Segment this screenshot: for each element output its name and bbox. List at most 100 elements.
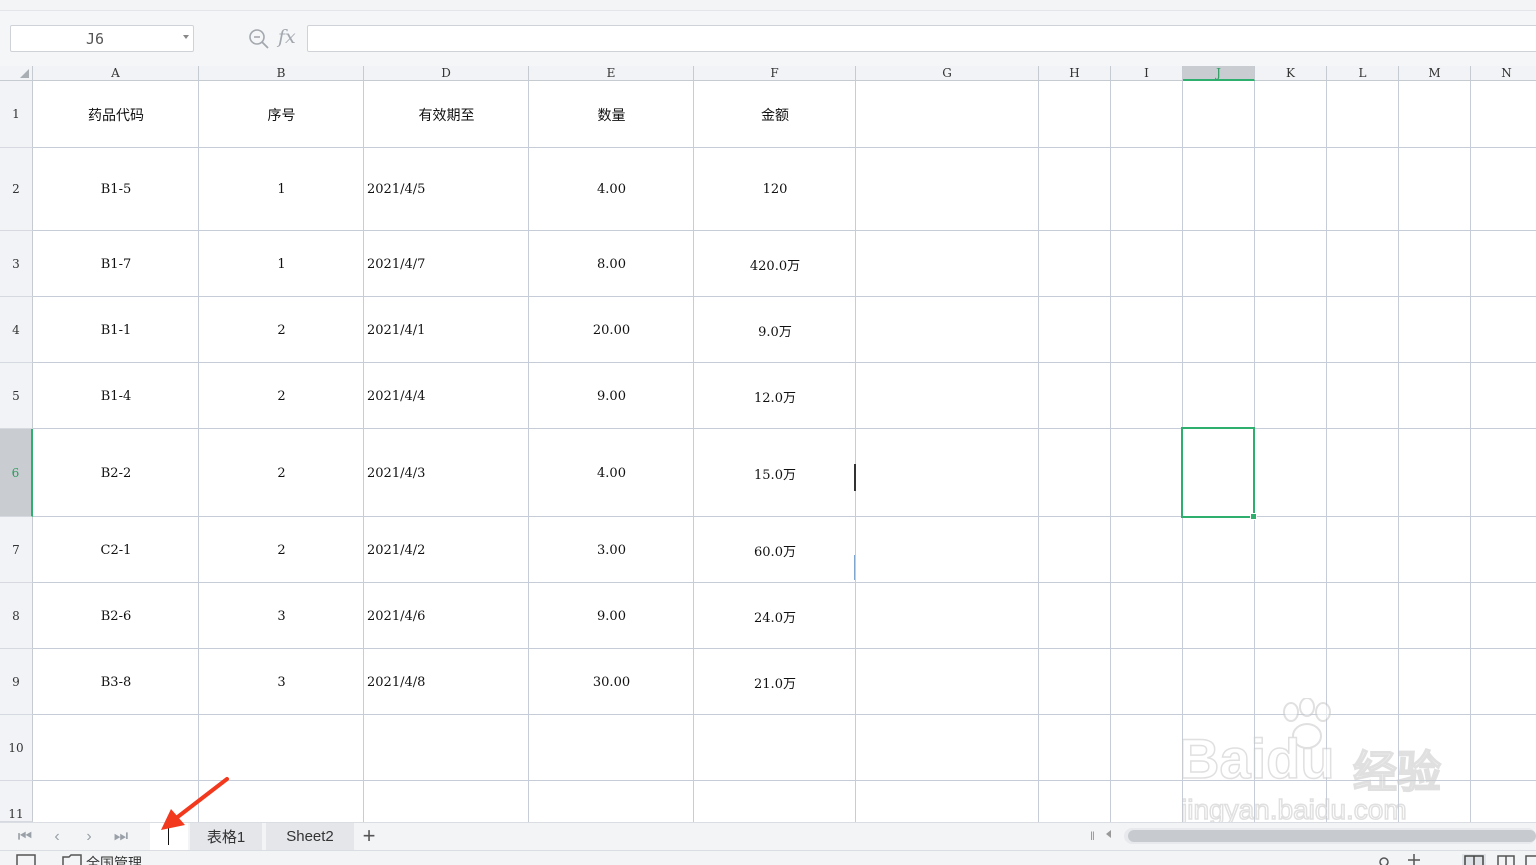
cell-f5[interactable]: 12.0万 [694,363,856,429]
cell-a2[interactable]: B1-5 [33,148,199,231]
annotation-arrow-icon [161,777,229,830]
focus-mode-icon[interactable] [1404,854,1424,865]
eye-protection-icon[interactable] [1374,854,1394,865]
column-header-h[interactable]: H [1039,66,1111,81]
row-header-3[interactable]: 3 [0,231,33,297]
row-header-10[interactable]: 10 [0,715,33,781]
cell-e4[interactable]: 20.00 [529,297,694,363]
cell-a3[interactable]: B1-7 [33,231,199,297]
folder-icon[interactable] [62,854,82,865]
cell-a6[interactable]: B2-2 [33,429,199,517]
cell-a7[interactable]: C2-1 [33,517,199,583]
first-sheet-icon[interactable]: ⏮ [16,828,34,846]
row-header-9[interactable]: 9 [0,649,33,715]
text-cursor [854,555,855,580]
active-cell-j6[interactable] [1181,427,1257,520]
cell-e2[interactable]: 4.00 [529,148,694,231]
cell-b9[interactable]: 3 [199,649,364,715]
cell-e5[interactable]: 9.00 [529,363,694,429]
cell-e1[interactable]: 数量 [529,81,694,148]
cell-f1[interactable]: 金额 [694,81,856,148]
column-header-a[interactable]: A [33,66,199,81]
column-header-l[interactable]: L [1327,66,1399,81]
cell-f3[interactable]: 420.0万 [694,231,856,297]
cell-d8[interactable]: 2021/4/6 [364,583,529,649]
cell-b4[interactable]: 2 [199,297,364,363]
cell-f9[interactable]: 21.0万 [694,649,856,715]
watermark-brand-cn: 经验 [1352,747,1442,798]
row-header-8[interactable]: 8 [0,583,33,649]
cell-b7[interactable]: 2 [199,517,364,583]
sheet-tab-2[interactable]: Sheet2 [266,823,354,850]
cell-b5[interactable]: 2 [199,363,364,429]
cell-d3[interactable]: 2021/4/7 [364,231,529,297]
name-box[interactable]: J6 [10,25,194,52]
formula-input[interactable] [307,25,1536,52]
prev-sheet-icon[interactable]: ‹ [48,828,66,846]
column-header-n[interactable]: N [1471,66,1536,81]
cell-d6[interactable]: 2021/4/3 [364,429,529,517]
status-bar: 全国管理 [0,850,1536,865]
page-break-view-icon[interactable] [1524,854,1536,865]
row-header-4[interactable]: 4 [0,297,33,363]
add-sheet-button[interactable]: + [358,823,380,848]
cell-e7[interactable]: 3.00 [529,517,694,583]
column-header-k[interactable]: K [1255,66,1327,81]
row-header-7[interactable]: 7 [0,517,33,583]
cell-a9[interactable]: B3-8 [33,649,199,715]
cell-d4[interactable]: 2021/4/1 [364,297,529,363]
ribbon-strip [0,0,1536,11]
split-handle-icon[interactable]: ‖ [1090,829,1095,843]
cell-b1[interactable]: 序号 [199,81,364,148]
page-layout-view-icon[interactable] [1496,854,1516,865]
row-header-1[interactable]: 1 [0,81,33,148]
cell-d7[interactable]: 2021/4/2 [364,517,529,583]
cell-a5[interactable]: B1-4 [33,363,199,429]
horizontal-scrollbar-thumb[interactable] [1128,830,1536,842]
cell-b2[interactable]: 1 [199,148,364,231]
row-header-2[interactable]: 2 [0,148,33,231]
last-sheet-icon[interactable]: ⏭ [112,828,130,846]
cell-d5[interactable]: 2021/4/4 [364,363,529,429]
gridline [1110,81,1111,822]
normal-view-icon[interactable] [1462,854,1486,865]
column-header-j[interactable]: J [1183,66,1255,81]
cell-b6[interactable]: 2 [199,429,364,517]
cell-e8[interactable]: 9.00 [529,583,694,649]
row-header-6[interactable]: 6 [0,429,33,517]
cell-a8[interactable]: B2-6 [33,583,199,649]
column-header-m[interactable]: M [1399,66,1471,81]
next-sheet-icon[interactable]: › [80,828,98,846]
function-fx-icon[interactable]: fx [278,26,296,48]
cell-d1[interactable]: 有效期至 [364,81,529,148]
cell-a1[interactable]: 药品代码 [33,81,199,148]
column-header-e[interactable]: E [529,66,694,81]
column-header-g[interactable]: G [856,66,1039,81]
column-header-d[interactable]: D [364,66,529,81]
window-icon[interactable] [16,854,36,865]
gridline [1038,81,1039,822]
cell-e3[interactable]: 8.00 [529,231,694,297]
cell-f7[interactable]: 60.0万 [694,517,856,583]
column-header-i[interactable]: I [1111,66,1183,81]
cell-f6[interactable]: 15.0万 [694,429,856,517]
scroll-left-icon[interactable] [1106,830,1111,838]
row-header-11[interactable]: 11 [0,781,33,822]
cell-d9[interactable]: 2021/4/8 [364,649,529,715]
cell-e9[interactable]: 30.00 [529,649,694,715]
row-header-5[interactable]: 5 [0,363,33,429]
cell-f8[interactable]: 24.0万 [694,583,856,649]
column-header-b[interactable]: B [199,66,364,81]
cell-f4[interactable]: 9.0万 [694,297,856,363]
cell-a4[interactable]: B1-1 [33,297,199,363]
cell-d2[interactable]: 2021/4/5 [364,148,529,231]
cell-b8[interactable]: 3 [199,583,364,649]
cell-e6[interactable]: 4.00 [529,429,694,517]
column-header-f[interactable]: F [694,66,856,81]
select-all-corner[interactable] [0,66,33,81]
zoom-search-icon[interactable] [248,28,270,50]
cell-b3[interactable]: 1 [199,231,364,297]
chevron-down-icon[interactable] [183,35,189,39]
name-box-value: J6 [85,29,105,48]
cell-f2[interactable]: 120 [694,148,856,231]
